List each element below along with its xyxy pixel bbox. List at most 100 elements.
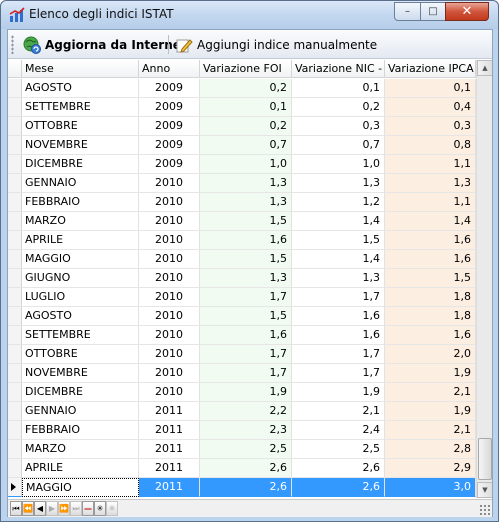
cell-mese[interactable]: OTTOBRE bbox=[22, 345, 139, 364]
cell-nic[interactable]: 1,4 bbox=[292, 212, 385, 231]
cell-mese[interactable]: NOVEMBRE bbox=[22, 136, 139, 155]
cell-anno[interactable]: 2011 bbox=[139, 440, 200, 459]
minimize-button[interactable]: – bbox=[394, 2, 421, 21]
cell-anno[interactable]: 2010 bbox=[139, 288, 200, 307]
cell-mese[interactable]: GIUGNO bbox=[22, 269, 139, 288]
cell-foi[interactable]: 1,6 bbox=[200, 326, 292, 345]
toolbar-grip[interactable] bbox=[11, 35, 14, 54]
column-header-mese[interactable]: Mese bbox=[22, 60, 139, 78]
row-indicator[interactable] bbox=[8, 440, 22, 459]
column-header-anno[interactable]: Anno bbox=[139, 60, 200, 78]
cell-ipca[interactable]: 1,1 bbox=[385, 193, 476, 212]
cell-anno[interactable]: 2010 bbox=[139, 174, 200, 193]
scroll-thumb[interactable] bbox=[478, 438, 492, 480]
cell-mese[interactable]: MAGGIO bbox=[22, 250, 139, 269]
cell-anno[interactable]: 2010 bbox=[139, 212, 200, 231]
cell-nic[interactable]: 1,0 bbox=[292, 155, 385, 174]
cell-anno[interactable]: 2009 bbox=[139, 98, 200, 117]
table-row[interactable]: NOVEMBRE 2009 0,7 0,7 0,8 bbox=[8, 136, 476, 155]
cell-foi[interactable]: 1,3 bbox=[200, 269, 292, 288]
cell-nic[interactable]: 1,5 bbox=[292, 231, 385, 250]
close-button[interactable]: ✕ bbox=[445, 2, 489, 21]
row-indicator[interactable] bbox=[8, 79, 22, 98]
row-indicator[interactable] bbox=[8, 307, 22, 326]
cell-anno[interactable]: 2010 bbox=[139, 345, 200, 364]
prev-page-button[interactable]: ⏪ bbox=[22, 501, 34, 516]
table-row[interactable]: APRILE 2010 1,6 1,5 1,6 bbox=[8, 231, 476, 250]
cell-foi[interactable]: 1,5 bbox=[200, 212, 292, 231]
cell-nic[interactable]: 2,5 bbox=[292, 440, 385, 459]
cell-ipca[interactable]: 1,6 bbox=[385, 250, 476, 269]
table-row[interactable]: FEBBRAIO 2010 1,3 1,2 1,1 bbox=[8, 193, 476, 212]
cell-foi[interactable]: 1,7 bbox=[200, 364, 292, 383]
scroll-up-button[interactable]: ▲ bbox=[477, 60, 492, 76]
cell-foi[interactable]: 1,3 bbox=[200, 193, 292, 212]
row-indicator[interactable] bbox=[8, 459, 22, 478]
cell-foi[interactable]: 1,7 bbox=[200, 345, 292, 364]
next-page-button[interactable]: ⏩ bbox=[58, 501, 70, 516]
cell-mese[interactable]: LUGLIO bbox=[22, 288, 139, 307]
cell-anno[interactable]: 2010 bbox=[139, 269, 200, 288]
istat-index-grid[interactable]: Mese Anno Variazione FOI Variazione NIC … bbox=[8, 60, 492, 498]
column-header-foi[interactable]: Variazione FOI bbox=[200, 60, 292, 78]
cell-anno[interactable]: 2009 bbox=[139, 155, 200, 174]
cell-ipca[interactable]: 1,4 bbox=[385, 212, 476, 231]
cell-mese[interactable]: MARZO bbox=[22, 212, 139, 231]
table-row[interactable]: GENNAIO 2011 2,2 2,1 1,9 bbox=[8, 402, 476, 421]
cell-mese[interactable]: FEBBRAIO bbox=[22, 193, 139, 212]
cell-mese[interactable]: GENNAIO bbox=[22, 402, 139, 421]
cell-anno[interactable]: 2009 bbox=[139, 79, 200, 98]
new-record-button[interactable]: ✳ bbox=[94, 501, 106, 516]
cell-anno[interactable]: 2010 bbox=[139, 250, 200, 269]
maximize-button[interactable]: □ bbox=[420, 2, 446, 21]
table-row[interactable]: GIUGNO 2010 1,3 1,3 1,5 bbox=[8, 269, 476, 288]
cell-mese[interactable]: OTTOBRE bbox=[22, 117, 139, 136]
row-indicator[interactable] bbox=[8, 174, 22, 193]
cell-nic[interactable]: 1,9 bbox=[292, 383, 385, 402]
row-indicator[interactable] bbox=[8, 212, 22, 231]
table-row[interactable]: GENNAIO 2010 1,3 1,3 1,3 bbox=[8, 174, 476, 193]
cell-foi[interactable]: 1,6 bbox=[200, 231, 292, 250]
cell-mese[interactable]: SETTEMBRE bbox=[22, 98, 139, 117]
cell-anno[interactable]: 2010 bbox=[139, 193, 200, 212]
update-from-internet-button[interactable]: Aggiorna da Internet bbox=[20, 34, 190, 56]
cell-foi[interactable]: 1,3 bbox=[200, 174, 292, 193]
row-indicator[interactable] bbox=[8, 250, 22, 269]
row-indicator[interactable] bbox=[8, 98, 22, 117]
table-row[interactable]: APRILE 2011 2,6 2,6 2,9 bbox=[8, 459, 476, 478]
cell-nic[interactable]: 1,3 bbox=[292, 174, 385, 193]
row-indicator[interactable] bbox=[8, 288, 22, 307]
cell-anno[interactable]: 2010 bbox=[139, 326, 200, 345]
cell-ipca[interactable]: 1,8 bbox=[385, 307, 476, 326]
cell-ipca[interactable]: 1,1 bbox=[385, 155, 476, 174]
delete-record-button[interactable]: — bbox=[82, 501, 94, 516]
table-row[interactable]: MAGGIO 2010 1,5 1,4 1,6 bbox=[8, 250, 476, 269]
cell-ipca[interactable]: 1,9 bbox=[385, 402, 476, 421]
row-indicator[interactable] bbox=[8, 269, 22, 288]
add-index-manually-button[interactable]: Aggiungi indice manualmente bbox=[172, 34, 380, 56]
cell-ipca[interactable]: 3,0 bbox=[385, 478, 476, 497]
cell-anno[interactable]: 2011 bbox=[139, 459, 200, 478]
cell-ipca[interactable]: 2,1 bbox=[385, 421, 476, 440]
row-indicator[interactable] bbox=[8, 231, 22, 250]
cell-ipca[interactable]: 2,9 bbox=[385, 459, 476, 478]
cell-nic[interactable]: 0,7 bbox=[292, 136, 385, 155]
cell-mese[interactable]: FEBBRAIO bbox=[22, 421, 139, 440]
row-indicator[interactable] bbox=[8, 136, 22, 155]
cell-mese[interactable]: GENNAIO bbox=[22, 174, 139, 193]
cell-nic[interactable]: 2,1 bbox=[292, 402, 385, 421]
cell-nic[interactable]: 1,6 bbox=[292, 307, 385, 326]
new-record-star-button[interactable]: ✳ bbox=[106, 501, 118, 516]
cell-foi[interactable]: 0,2 bbox=[200, 79, 292, 98]
column-header-ipca[interactable]: Variazione IPCA bbox=[385, 60, 476, 78]
cell-nic[interactable]: 2,4 bbox=[292, 421, 385, 440]
cell-ipca[interactable]: 1,5 bbox=[385, 269, 476, 288]
cell-nic[interactable]: 1,3 bbox=[292, 269, 385, 288]
cell-ipca[interactable]: 2,1 bbox=[385, 383, 476, 402]
table-row[interactable]: MAGGIO 2011 2,6 2,6 3,0 bbox=[8, 478, 476, 497]
cell-ipca[interactable]: 1,8 bbox=[385, 288, 476, 307]
table-row[interactable]: MARZO 2011 2,5 2,5 2,8 bbox=[8, 440, 476, 459]
row-indicator[interactable] bbox=[8, 326, 22, 345]
row-indicator[interactable] bbox=[8, 117, 22, 136]
table-row[interactable]: SETTEMBRE 2009 0,1 0,2 0,4 bbox=[8, 98, 476, 117]
